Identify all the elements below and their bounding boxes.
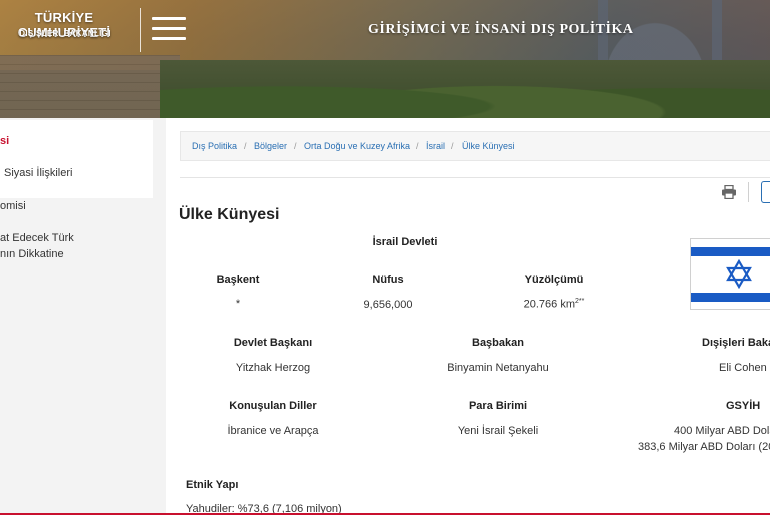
ethnic-label: Etnik Yapı [186, 479, 239, 491]
breadcrumb-middle-east[interactable]: Orta Doğu ve Kuzey Afrika [304, 141, 410, 151]
foreign-minister-label: Dışişleri Bakanı [702, 337, 770, 349]
hamburger-menu-icon[interactable] [152, 17, 186, 41]
star-of-david-icon [726, 259, 752, 289]
population-value: 9,656,000 [363, 299, 413, 311]
currency-value: Yeni İsrail Şekeli [457, 425, 539, 437]
head-of-state-value: Yitzhak Herzog [235, 362, 311, 374]
gdp-value-2: 383,6 Milyar ABD Doları (2021) [638, 441, 770, 453]
country-name: İsrail Devleti [372, 236, 438, 248]
breadcrumb: Dış Politika / Bölgeler / Orta Doğu ve K… [180, 131, 770, 161]
toolbar-separator [748, 182, 749, 202]
gdp-value-1: 400 Milyar ABD Doları [674, 425, 770, 437]
sidebar-item-political-relations[interactable]: Siyasi İlişkileri [4, 165, 72, 181]
share-button[interactable] [761, 181, 770, 203]
sidebar-menu-block [0, 120, 153, 198]
page-title: Ülke Künyesi [179, 206, 280, 223]
banner-wall [0, 55, 180, 118]
divider [180, 177, 770, 178]
banner-trees [160, 60, 770, 118]
breadcrumb-israel[interactable]: İsrail [426, 141, 445, 151]
sidebar-item-travel-line2[interactable]: nın Dikkatine [0, 246, 64, 262]
israel-flag-icon [690, 238, 770, 310]
logo-divider [140, 8, 141, 52]
sidebar-item-active[interactable]: si [0, 133, 9, 149]
prime-minister-label: Başbakan [472, 337, 524, 349]
capital-value: * [235, 298, 241, 310]
breadcrumb-regions[interactable]: Bölgeler [254, 141, 287, 151]
prime-minister-value: Binyamin Netanyahu [447, 362, 549, 374]
area-value: 20.766 km2** [523, 298, 585, 311]
logo-subtitle[interactable]: DIŞİŞLERİ BAKANLIĞI [0, 29, 130, 38]
currency-label: Para Birimi [468, 400, 528, 412]
head-of-state-label: Devlet Başkanı [233, 337, 313, 349]
population-label: Nüfus [372, 274, 404, 286]
sidebar-item-travel[interactable]: at Edecek Türk [0, 230, 74, 246]
area-label: Yüzölçümü [524, 274, 584, 286]
languages-label: Konuşulan Diller [229, 400, 317, 412]
print-icon[interactable] [721, 185, 737, 199]
gdp-label: GSYİH [726, 400, 761, 412]
breadcrumb-foreign-policy[interactable]: Dış Politika [192, 141, 237, 151]
foreign-minister-value: Eli Cohen [719, 362, 767, 374]
sidebar-item-economy[interactable]: omisi [0, 198, 26, 214]
section-title: GİRİŞİMCİ VE İNSANİ DIŞ POLİTİKA [368, 22, 634, 37]
capital-label: Başkent [216, 274, 260, 286]
breadcrumb-country-profile[interactable]: Ülke Künyesi [462, 141, 515, 151]
languages-value: İbranice ve Arapça [227, 425, 319, 437]
